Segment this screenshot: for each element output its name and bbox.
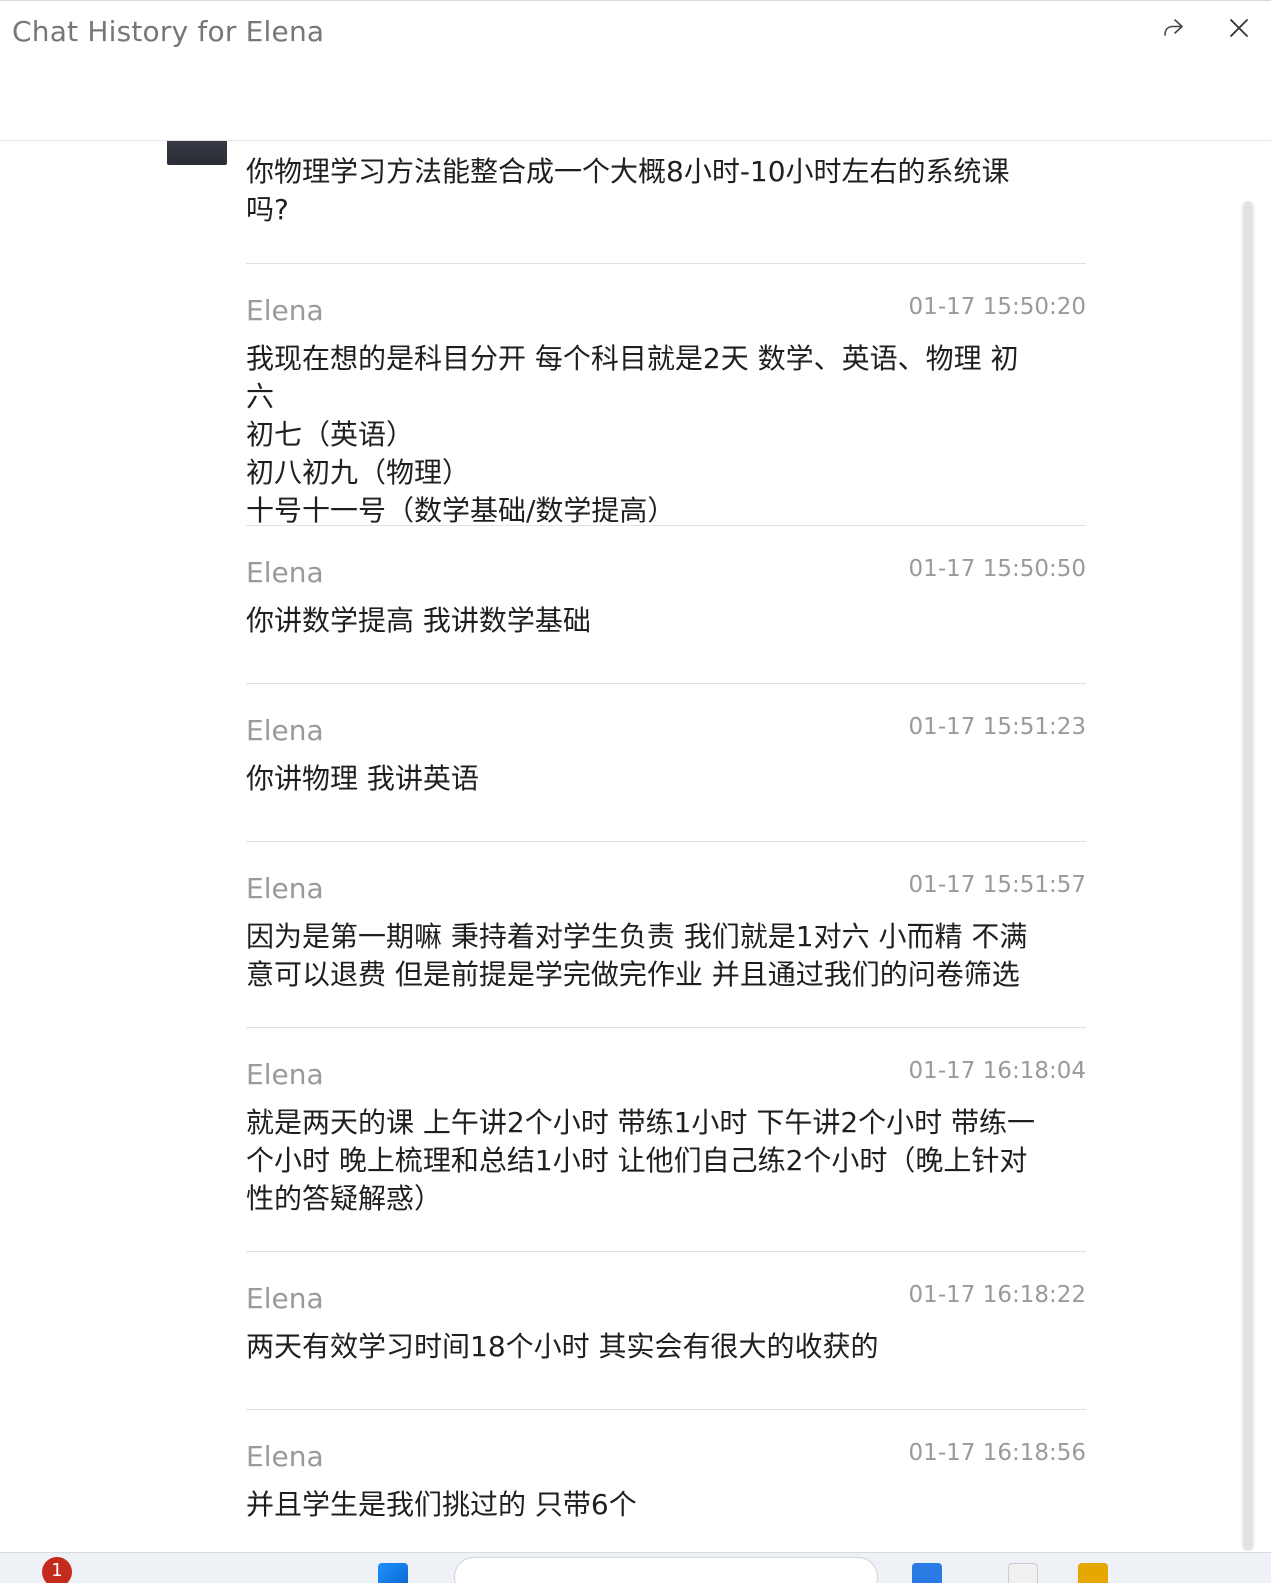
avatar (167, 141, 227, 165)
message-sender: Elena (246, 1282, 324, 1315)
app-icon[interactable] (912, 1563, 942, 1583)
message-sender: Elena (246, 714, 324, 747)
message-timestamp: 01-17 15:51:57 (908, 872, 1086, 898)
scrollbar-thumb[interactable] (1243, 201, 1253, 1551)
message-text: 因为是第一期嘛 秉持着对学生负责 我们就是1对六 小而精 不满 意可以退费 但是… (246, 920, 1028, 991)
message-timestamp: 01-17 16:18:56 (908, 1440, 1086, 1466)
start-icon[interactable] (378, 1563, 408, 1583)
share-button[interactable] (1156, 11, 1190, 45)
close-icon (1230, 19, 1248, 37)
message-timestamp: 01-17 16:18:04 (908, 1058, 1086, 1084)
taskbar-search-box[interactable] (454, 1557, 878, 1583)
message-timestamp: 01-17 15:50:50 (908, 556, 1086, 582)
message-text: 并且学生是我们挑过的 只带6个 (246, 1488, 637, 1521)
notification-badge[interactable]: 1 (42, 1557, 72, 1583)
message-sender: Elena (246, 1058, 324, 1091)
message-item: Elena 01-17 15:50:50 你讲数学提高 我讲数学基础 (246, 525, 1086, 683)
taskbar: 1 (0, 1552, 1271, 1583)
close-button[interactable] (1222, 11, 1256, 45)
message-item: Elena 01-17 16:18:22 两天有效学习时间18个小时 其实会有很… (246, 1251, 1086, 1409)
message-sender: Elena (246, 294, 324, 327)
share-icon (1164, 19, 1183, 36)
app-icon[interactable] (1008, 1563, 1038, 1583)
message-sender: Elena (246, 556, 324, 589)
message-item: Elena 01-17 15:51:57 因为是第一期嘛 秉持着对学生负责 我们… (246, 841, 1086, 1027)
message-item: Elena 01-17 16:18:56 并且学生是我们挑过的 只带6个 (246, 1409, 1086, 1553)
message-text: 你讲物理 我讲英语 (246, 762, 479, 795)
message-timestamp: 01-17 15:50:20 (908, 294, 1086, 320)
message-list[interactable]: 你物理学习方法能整合成一个大概8小时-10小时左右的系统课 吗? Elena 0… (0, 141, 1271, 1553)
message-text: 你物理学习方法能整合成一个大概8小时-10小时左右的系统课 吗? (246, 155, 1010, 226)
message-item: Elena 01-17 16:18:04 就是两天的课 上午讲2个小时 带练1小… (246, 1027, 1086, 1251)
message-timestamp: 01-17 16:18:22 (908, 1282, 1086, 1308)
message-item: Elena 01-17 15:51:23 你讲物理 我讲英语 (246, 683, 1086, 841)
message-item: Elena 01-17 15:50:20 我现在想的是科目分开 每个科目就是2天… (246, 263, 1086, 527)
message-text: 你讲数学提高 我讲数学基础 (246, 604, 591, 637)
message-timestamp: 01-17 15:51:23 (908, 714, 1086, 740)
folder-icon[interactable] (1078, 1563, 1108, 1583)
window-title: Chat History for Elena (12, 15, 325, 48)
message-sender: Elena (246, 1440, 324, 1473)
message-text: 就是两天的课 上午讲2个小时 带练1小时 下午讲2个小时 带练一 个小时 晚上梳… (246, 1106, 1036, 1215)
message-sender: Elena (246, 872, 324, 905)
chat-history-window: Chat History for Elena 你物理学习方法能整合成一个大概8小… (0, 0, 1271, 1552)
message-text: 两天有效学习时间18个小时 其实会有很大的收获的 (246, 1330, 879, 1363)
message-text: 我现在想的是科目分开 每个科目就是2天 数学、英语、物理 初六 初七（英语） 初… (246, 342, 1019, 527)
window-header: Chat History for Elena (0, 1, 1271, 141)
